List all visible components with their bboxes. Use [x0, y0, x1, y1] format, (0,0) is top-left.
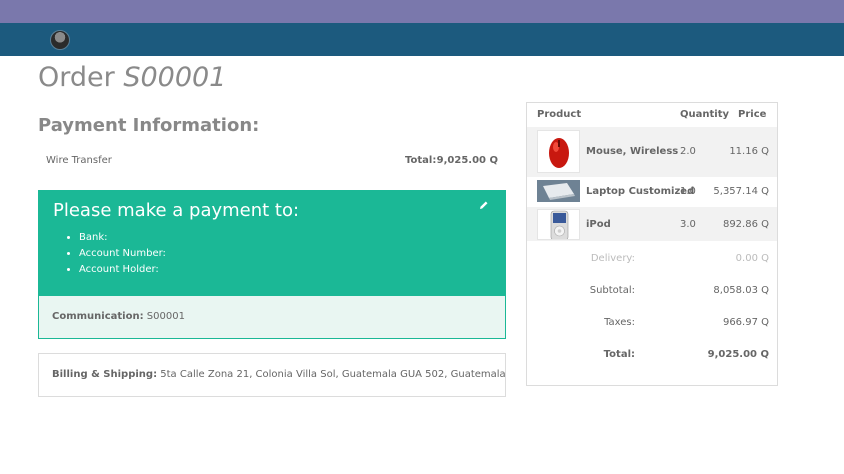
taxes-value: 966.97 Q — [722, 317, 769, 328]
communication-label: Communication: — [52, 311, 144, 322]
page-title: Order S00001 — [38, 62, 226, 93]
product-price: 11.16 Q — [729, 146, 769, 157]
product-price: 5,357.14 Q — [713, 186, 769, 197]
instructions-item-account-holder: Account Holder: — [79, 262, 166, 278]
subtotal-label: Subtotal: — [589, 285, 635, 296]
billing-panel: Billing & Shipping: 5ta Calle Zona 21, C… — [38, 353, 506, 397]
product-qty: 2.0 — [680, 146, 696, 157]
col-header-quantity: Quantity — [680, 109, 729, 120]
product-image-laptop[interactable] — [537, 180, 580, 202]
taxes-row: Taxes: 966.97 Q — [527, 317, 777, 337]
col-header-price: Price — [738, 109, 767, 120]
line-item: Laptop Customized 1.0 5,357.14 Q — [527, 177, 777, 207]
navbar — [0, 23, 844, 56]
product-name[interactable]: Laptop Customized — [586, 186, 694, 197]
product-name[interactable]: iPod — [586, 219, 611, 230]
communication-panel: Communication: S00001 — [38, 296, 506, 339]
product-qty: 3.0 — [680, 219, 696, 230]
payment-method: Wire Transfer — [46, 155, 112, 166]
communication-value: S00001 — [146, 311, 185, 322]
instructions-item-account-number: Account Number: — [79, 246, 166, 262]
payment-total-label: Total: — [405, 155, 437, 166]
instructions-heading: Please make a payment to: — [53, 200, 300, 221]
product-name[interactable]: Mouse, Wireless — [586, 146, 678, 157]
total-value: 9,025.00 Q — [707, 349, 769, 360]
instructions-item-bank: Bank: — [79, 230, 166, 246]
user-avatar[interactable] — [50, 30, 70, 50]
order-number: S00001 — [123, 62, 227, 93]
payment-heading: Payment Information: — [38, 115, 260, 136]
delivery-label: Delivery: — [590, 253, 635, 264]
line-item: Mouse, Wireless 2.0 11.16 Q — [527, 127, 777, 177]
payment-row: Wire Transfer Total: 9,025.00 Q — [38, 148, 506, 174]
order-title-prefix: Order — [38, 62, 115, 93]
order-summary: Product Quantity Price Mouse, Wireless 2… — [526, 102, 778, 386]
delivery-row: Delivery: 0.00 Q — [527, 253, 777, 273]
total-label: Total: — [603, 349, 635, 360]
subtotal-value: 8,058.03 Q — [713, 285, 769, 296]
product-price: 892.86 Q — [722, 219, 769, 230]
billing-address: 5ta Calle Zona 21, Colonia Villa Sol, Gu… — [160, 369, 506, 380]
total-row: Total: 9,025.00 Q — [527, 349, 777, 369]
billing-label: Billing & Shipping: — [52, 369, 158, 380]
subtotal-row: Subtotal: 8,058.03 Q — [527, 285, 777, 305]
col-header-product: Product — [537, 109, 582, 120]
taxes-label: Taxes: — [604, 317, 635, 328]
delivery-value: 0.00 Q — [735, 253, 769, 264]
pencil-icon[interactable] — [479, 200, 489, 210]
line-item: iPod 3.0 892.86 Q — [527, 207, 777, 241]
product-image-mouse[interactable] — [537, 130, 580, 173]
summary-header: Product Quantity Price — [527, 103, 777, 127]
product-qty: 1.0 — [680, 186, 696, 197]
payment-total-value: 9,025.00 Q — [436, 155, 498, 166]
payment-instructions-panel: Please make a payment to: Bank: Account … — [38, 190, 506, 296]
top-bar — [0, 0, 844, 23]
product-image-ipod[interactable] — [537, 209, 580, 240]
instructions-list: Bank: Account Number: Account Holder: — [79, 230, 166, 278]
